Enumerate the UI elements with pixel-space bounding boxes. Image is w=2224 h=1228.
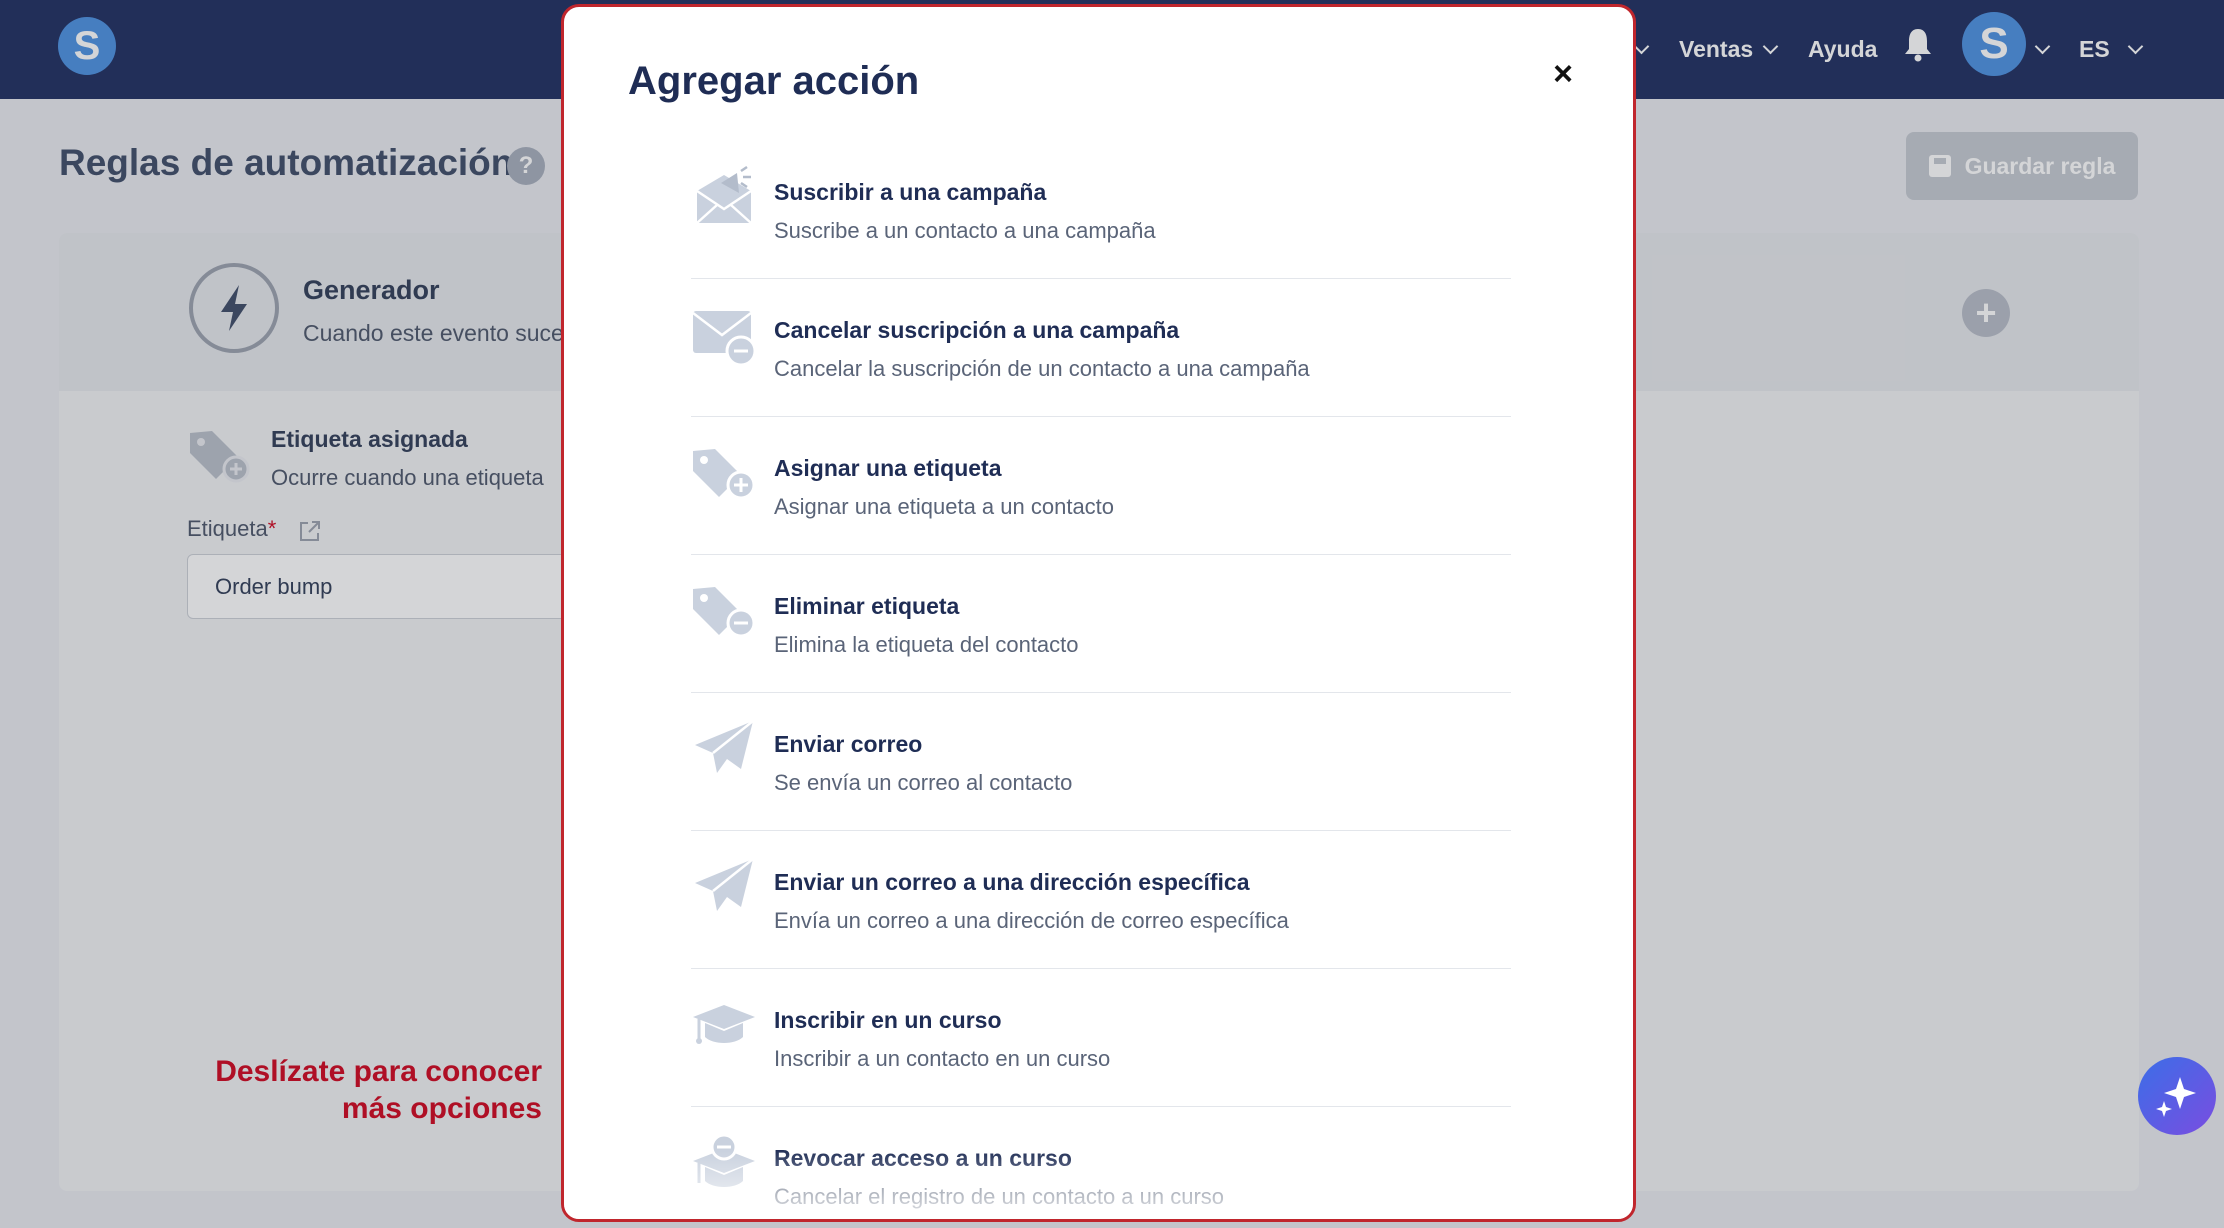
action-item-revoke-course[interactable]: Revocar acceso a un curso Cancelar el re… bbox=[691, 1107, 1511, 1219]
action-title: Enviar correo bbox=[774, 731, 923, 757]
tag-remove-icon bbox=[693, 587, 756, 638]
action-item-send-email[interactable]: Enviar correo Se envía un correo al cont… bbox=[691, 693, 1511, 831]
action-title: Eliminar etiqueta bbox=[774, 593, 960, 619]
action-item-subscribe-campaign[interactable]: Suscribir a una campaña Suscribe a un co… bbox=[691, 141, 1511, 279]
sparkle-icon bbox=[2156, 1077, 2196, 1117]
paper-plane-icon bbox=[695, 858, 754, 911]
action-item-assign-tag[interactable]: Asignar una etiqueta Asignar una etiquet… bbox=[691, 417, 1511, 555]
tag-add-icon bbox=[693, 449, 756, 500]
graduation-cap-icon bbox=[693, 1005, 755, 1044]
action-item-remove-tag[interactable]: Eliminar etiqueta Elimina la etiqueta de… bbox=[691, 555, 1511, 693]
action-title: Enviar un correo a una dirección específ… bbox=[774, 869, 1250, 895]
action-description: Cancelar la suscripción de un contacto a… bbox=[774, 356, 1310, 381]
add-action-modal: Agregar acción × Suscribir a una campaña… bbox=[561, 4, 1636, 1222]
campaign-subscribe-icon bbox=[696, 165, 752, 224]
action-title: Revocar acceso a un curso bbox=[774, 1145, 1072, 1171]
action-item-send-email-specific[interactable]: Enviar un correo a una dirección específ… bbox=[691, 831, 1511, 969]
graduation-cap-remove-icon bbox=[693, 1133, 755, 1187]
campaign-unsubscribe-icon bbox=[692, 311, 757, 367]
action-description: Envía un correo a una dirección de corre… bbox=[774, 908, 1289, 933]
action-title: Inscribir en un curso bbox=[774, 1007, 1002, 1033]
action-list: Suscribir a una campaña Suscribe a un co… bbox=[691, 141, 1511, 1219]
action-description: Asignar una etiqueta a un contacto bbox=[774, 494, 1115, 519]
action-title: Asignar una etiqueta bbox=[774, 455, 1002, 481]
action-title: Suscribir a una campaña bbox=[774, 179, 1047, 205]
action-item-enroll-course[interactable]: Inscribir en un curso Inscribir a un con… bbox=[691, 969, 1511, 1107]
action-description: Elimina la etiqueta del contacto bbox=[774, 632, 1079, 657]
modal-title: Agregar acción bbox=[628, 59, 920, 103]
ai-assistant-button[interactable] bbox=[2138, 1057, 2216, 1135]
action-description: Se envía un correo al contacto bbox=[774, 770, 1073, 795]
close-icon[interactable]: × bbox=[1546, 57, 1580, 91]
action-description: Cancelar el registro de un contacto a un… bbox=[774, 1184, 1225, 1209]
action-item-unsubscribe-campaign[interactable]: Cancelar suscripción a una campaña Cance… bbox=[691, 279, 1511, 417]
action-title: Cancelar suscripción a una campaña bbox=[774, 317, 1180, 343]
action-description: Suscribe a un contacto a una campaña bbox=[774, 218, 1156, 243]
action-description: Inscribir a un contacto en un curso bbox=[774, 1046, 1111, 1071]
paper-plane-icon bbox=[695, 720, 754, 773]
